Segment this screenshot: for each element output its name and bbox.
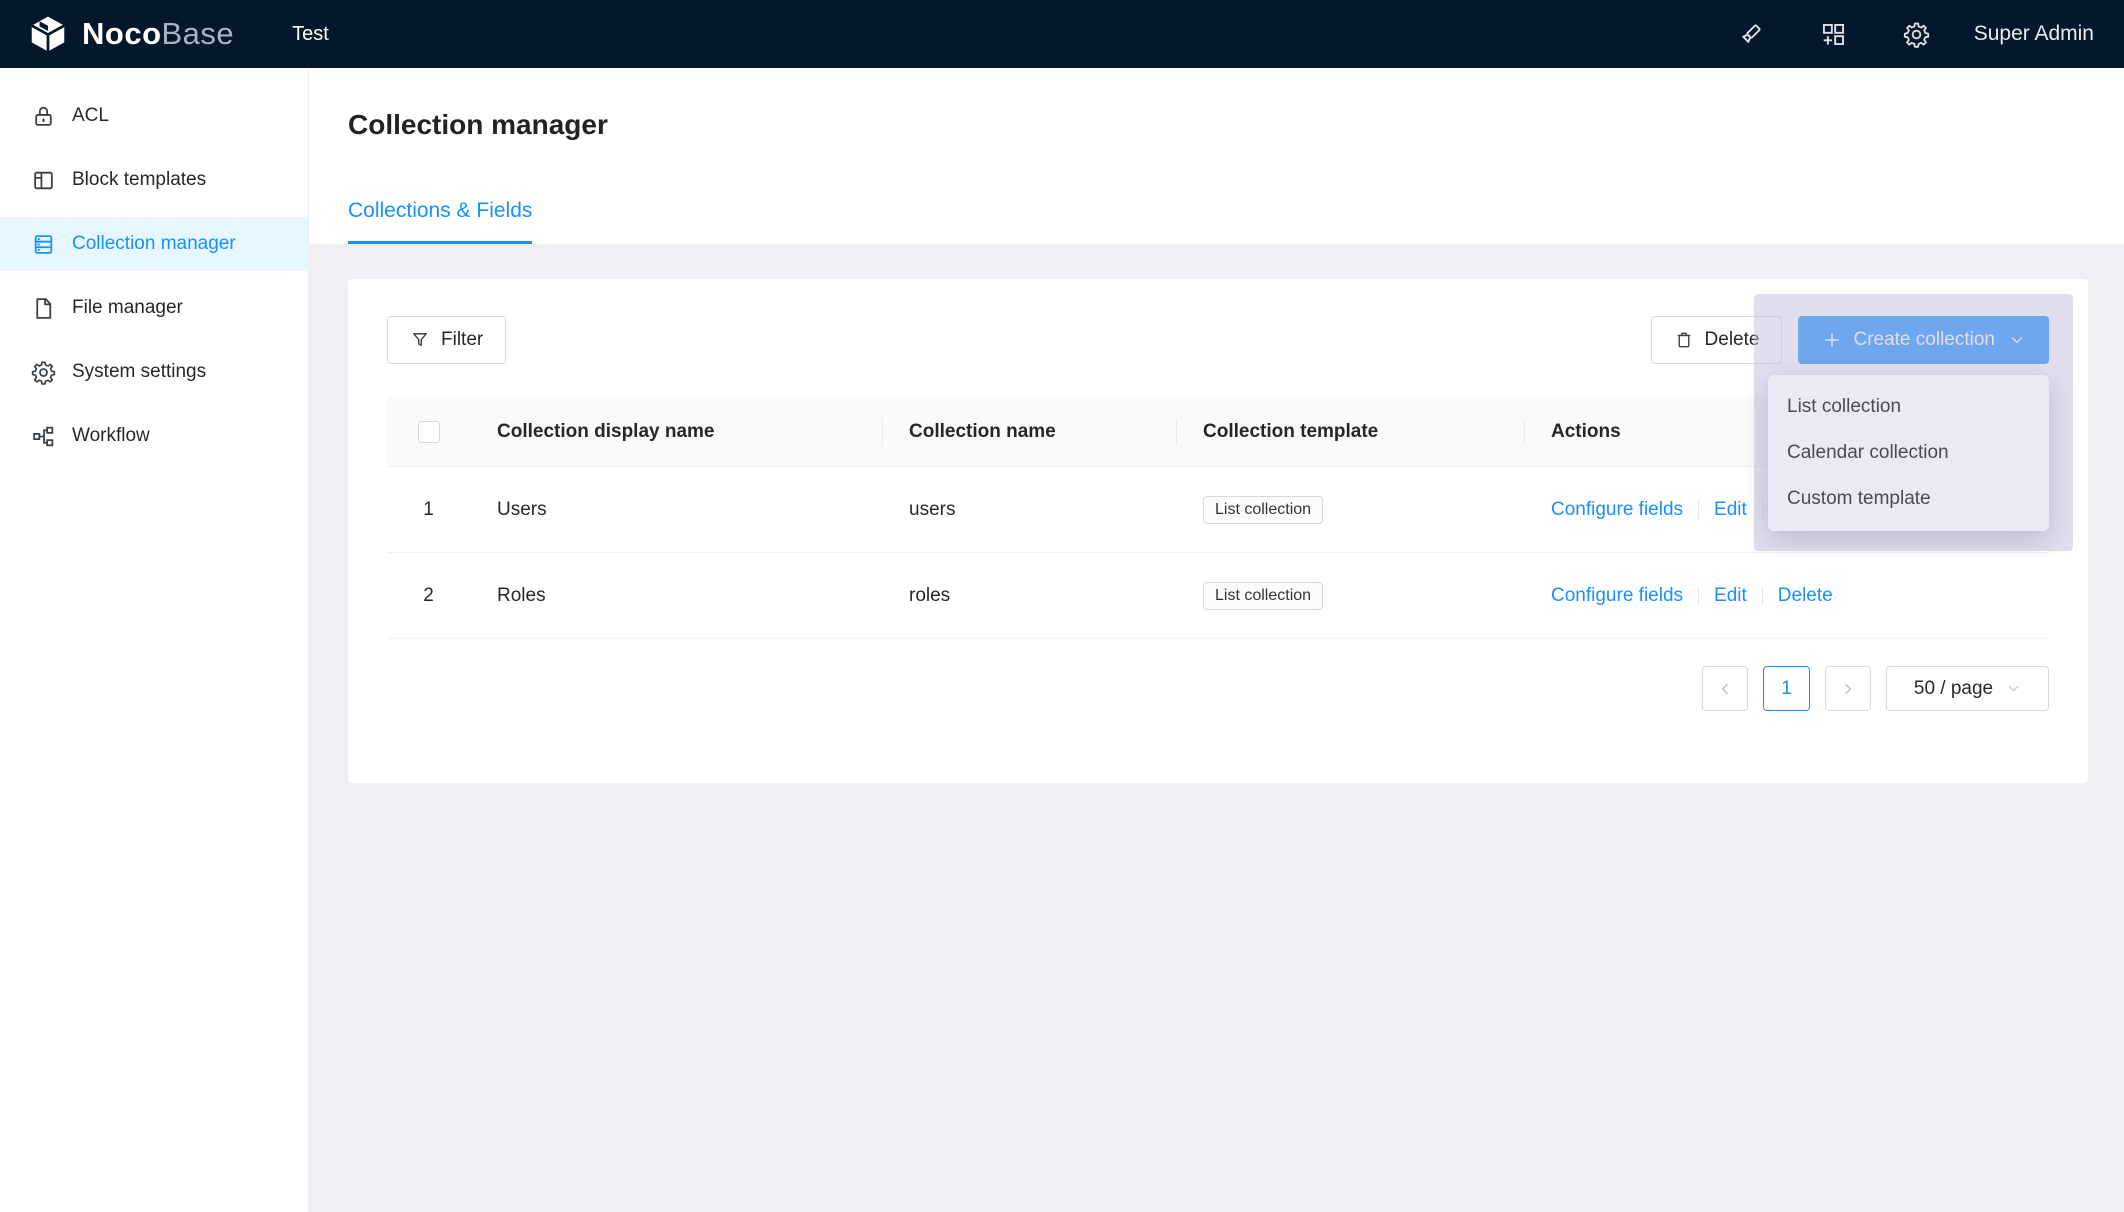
row-index: 1 — [387, 499, 470, 521]
edit-link[interactable]: Edit — [1714, 585, 1747, 607]
collections-icon — [31, 232, 56, 257]
action-divider — [1698, 586, 1699, 605]
sidebar-item-label: ACL — [72, 105, 109, 127]
collections-card: Filter Delete — [348, 279, 2088, 783]
action-divider — [1698, 500, 1699, 519]
chevron-left-icon — [1717, 681, 1733, 697]
page-size-select[interactable]: 50 / page — [1886, 666, 2049, 711]
cell-template: List collection — [1176, 496, 1524, 524]
cell-display-name: Users — [470, 499, 882, 521]
action-divider — [1762, 586, 1763, 605]
sidebar: ACL Block templates Collection manager — [0, 68, 309, 1212]
topbar-actions: Super Admin — [1737, 21, 2094, 48]
template-tag: List collection — [1203, 582, 1323, 610]
action-divider — [1762, 500, 1763, 519]
card-toolbar: Filter Delete — [348, 279, 2088, 364]
page-title: Collection manager — [348, 105, 2124, 145]
menu-item-list-collection[interactable]: List collection — [1768, 384, 2049, 430]
sidebar-item-label: System settings — [72, 361, 206, 383]
brand-base: Base — [162, 16, 235, 52]
configure-fields-link[interactable]: Configure fields — [1551, 499, 1683, 521]
sidebar-item-label: Collection manager — [72, 233, 236, 255]
chevron-down-icon — [2009, 332, 2025, 348]
pagination: 1 50 / page — [348, 666, 2049, 711]
nocobase-logo[interactable]: Noco Base — [27, 13, 234, 55]
sidebar-item-system-settings[interactable]: System settings — [0, 345, 308, 399]
row-index: 2 — [387, 585, 470, 607]
file-icon — [31, 296, 56, 321]
menu-item-calendar-collection[interactable]: Calendar collection — [1768, 430, 2049, 476]
filter-label: Filter — [441, 329, 483, 351]
workspace-tab-test[interactable]: Test — [292, 23, 329, 46]
tab-collections-fields[interactable]: Collections & Fields — [348, 198, 532, 244]
header-display-name: Collection display name — [470, 421, 882, 443]
delete-label: Delete — [1705, 329, 1760, 351]
cell-collection-name: users — [882, 499, 1176, 521]
header-collection-name: Collection name — [882, 421, 1176, 443]
cube-logo-icon — [27, 13, 69, 55]
sidebar-item-acl[interactable]: ACL — [0, 89, 308, 143]
gear-icon — [31, 360, 56, 385]
tab-bar: Collections & Fields — [348, 198, 2124, 244]
delete-button[interactable]: Delete — [1651, 316, 1783, 364]
header-collection-template: Collection template — [1176, 421, 1524, 443]
cell-collection-name: roles — [882, 585, 1176, 607]
filter-icon — [410, 330, 430, 350]
cell-actions: Configure fields Edit Delete — [1524, 585, 2049, 607]
highlighter-icon[interactable] — [1737, 21, 1764, 48]
cell-template: List collection — [1176, 582, 1524, 610]
sidebar-item-label: Workflow — [72, 425, 150, 447]
next-page-button[interactable] — [1825, 666, 1871, 711]
plugins-grid-icon[interactable] — [1820, 21, 1847, 48]
trash-icon — [1674, 330, 1694, 350]
edit-link[interactable]: Edit — [1714, 499, 1747, 521]
sidebar-item-collection-manager[interactable]: Collection manager — [0, 217, 308, 271]
user-menu[interactable]: Super Admin — [1974, 22, 2094, 46]
sidebar-item-label: Block templates — [72, 169, 206, 191]
plus-icon — [1822, 330, 1842, 350]
sidebar-item-workflow[interactable]: Workflow — [0, 409, 308, 463]
gear-icon[interactable] — [1903, 21, 1930, 48]
app-window: Noco Base Test Super Admin — [0, 0, 2124, 1212]
brand-text: Noco Base — [82, 16, 234, 52]
create-collection-dropdown: List collection Calendar collection Cust… — [1768, 375, 2049, 531]
create-collection-button[interactable]: Create collection — [1798, 316, 2049, 364]
prev-page-button[interactable] — [1702, 666, 1748, 711]
chevron-right-icon — [1840, 681, 1856, 697]
filter-button[interactable]: Filter — [387, 316, 506, 364]
top-navbar: Noco Base Test Super Admin — [0, 0, 2124, 68]
create-collection-label: Create collection — [1853, 329, 1995, 351]
select-all-checkbox[interactable] — [418, 421, 440, 443]
template-tag: List collection — [1203, 496, 1323, 524]
brand-noco: Noco — [82, 16, 162, 52]
main-content: Collection manager Collections & Fields … — [309, 68, 2124, 1212]
chevron-down-icon — [2006, 681, 2021, 696]
page-header: Collection manager Collections & Fields — [309, 68, 2124, 245]
header-checkbox-cell — [387, 421, 470, 443]
workarea: Filter Delete — [309, 245, 2124, 1212]
lock-icon — [31, 104, 56, 129]
configure-fields-link[interactable]: Configure fields — [1551, 585, 1683, 607]
table-row: 2 Roles roles List collection Configure … — [387, 553, 2049, 639]
page-number-1[interactable]: 1 — [1763, 666, 1810, 711]
sidebar-item-block-templates[interactable]: Block templates — [0, 153, 308, 207]
layout-icon — [31, 168, 56, 193]
delete-link[interactable]: Delete — [1778, 585, 1833, 607]
page-size-value: 50 / page — [1914, 678, 1993, 700]
sidebar-item-label: File manager — [72, 297, 183, 319]
workflow-icon — [31, 424, 56, 449]
menu-item-custom-template[interactable]: Custom template — [1768, 476, 2049, 522]
cell-display-name: Roles — [470, 585, 882, 607]
toolbar-right: Delete Create collection — [1651, 316, 2049, 364]
sidebar-item-file-manager[interactable]: File manager — [0, 281, 308, 335]
